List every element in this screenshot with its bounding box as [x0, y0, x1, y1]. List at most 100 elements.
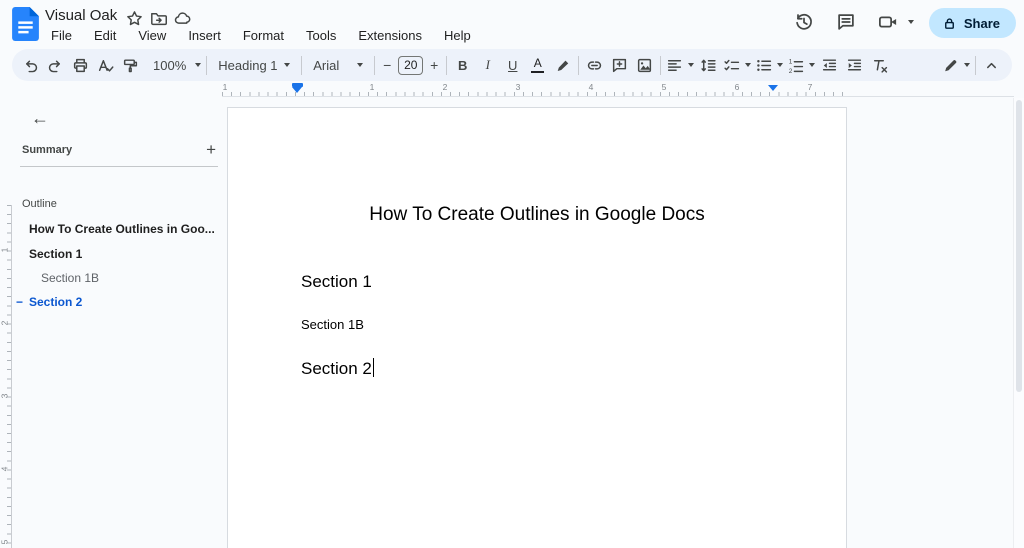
outline-item[interactable]: How To Create Outlines in Goo... [29, 222, 215, 236]
doc-section-heading: Section 2 [301, 358, 375, 379]
menu-format[interactable]: Format [235, 26, 292, 45]
version-history-icon[interactable] [790, 8, 818, 36]
ruler-number: 2 [442, 82, 448, 92]
remove-from-outline-button[interactable]: − [16, 295, 23, 309]
divider [578, 55, 580, 75]
editing-mode-icon[interactable] [940, 52, 972, 78]
horizontal-ruler[interactable]: 1 1 2 3 4 5 6 7 [222, 82, 847, 96]
paint-format-icon[interactable] [118, 52, 143, 78]
menu-tools[interactable]: Tools [298, 26, 344, 45]
move-folder-icon[interactable] [149, 9, 167, 27]
decrease-font-size-button[interactable]: − [378, 52, 396, 78]
menu-file[interactable]: File [43, 26, 80, 45]
bulleted-list-icon[interactable] [753, 52, 785, 78]
line-spacing-icon[interactable] [696, 52, 721, 78]
insert-link-icon[interactable] [582, 52, 607, 78]
outline-item-active[interactable]: Section 2 [29, 295, 82, 309]
share-button[interactable]: Share [928, 8, 1016, 38]
ruler-number: 3 [515, 82, 521, 92]
document-title[interactable]: Visual Oak [45, 7, 117, 24]
font-size-input[interactable]: 20 [398, 55, 424, 75]
spellcheck-icon[interactable] [93, 52, 118, 78]
checklist-icon[interactable] [721, 52, 753, 78]
ruler-number: 2 [0, 320, 10, 326]
increase-indent-icon[interactable] [842, 52, 867, 78]
close-panel-button[interactable]: ← [28, 106, 52, 130]
increase-font-size-button[interactable]: + [425, 52, 443, 78]
star-icon[interactable] [125, 9, 143, 27]
divider [374, 55, 376, 75]
style-value: Heading 1 [218, 57, 278, 73]
meet-dropdown-icon[interactable] [908, 20, 914, 24]
titlebar-actions [790, 8, 914, 36]
ruler-number: 1 [0, 247, 10, 253]
underline-button[interactable]: U [500, 52, 525, 78]
menu-help[interactable]: Help [436, 26, 479, 45]
text-color-button[interactable]: A [525, 52, 550, 78]
ruler-number: 6 [734, 82, 740, 92]
text-color-bar [531, 70, 545, 73]
hide-menus-icon[interactable] [979, 52, 1004, 78]
lock-icon [944, 21, 954, 29]
add-comment-icon[interactable] [607, 52, 632, 78]
summary-outline-panel: ← Summary + Outline How To Create Outlin… [12, 98, 222, 548]
chevron-down-icon [357, 63, 364, 67]
menubar: File Edit View Insert Format Tools Exten… [43, 26, 479, 45]
ruler-number: 1 [369, 82, 375, 92]
google-docs-logo[interactable] [12, 7, 39, 46]
insert-image-icon[interactable] [632, 52, 657, 78]
first-line-indent-marker[interactable] [292, 83, 303, 87]
comments-icon[interactable] [832, 8, 860, 36]
chevron-down-icon [284, 63, 291, 67]
redo-icon[interactable] [43, 52, 68, 78]
summary-heading: Summary [22, 144, 73, 156]
ruler-bottom-border [222, 96, 1014, 97]
ruler-number: 5 [0, 539, 10, 545]
align-left-icon[interactable] [664, 52, 696, 78]
highlight-icon[interactable] [550, 52, 575, 78]
outline-item[interactable]: Section 1B [41, 271, 99, 285]
divider [206, 55, 208, 75]
divider [660, 55, 662, 75]
zoom-select[interactable]: 100% [147, 52, 203, 78]
ruler-number: 4 [0, 466, 10, 472]
zoom-value: 100% [153, 57, 187, 73]
bold-button[interactable]: B [450, 52, 475, 78]
toolbar: 100% Heading 1 Arial − 20 + B I U A 12 [12, 49, 1012, 81]
divider [446, 55, 448, 75]
document-page[interactable]: How To Create Outlines in Google Docs Se… [227, 107, 847, 548]
meet-video-icon[interactable] [874, 8, 902, 36]
menu-extensions[interactable]: Extensions [350, 26, 430, 45]
decrease-indent-icon[interactable] [817, 52, 842, 78]
chevron-down-icon [688, 63, 695, 67]
clear-formatting-icon[interactable] [867, 52, 892, 78]
panel-divider [20, 166, 218, 167]
chevron-down-icon [777, 63, 784, 67]
left-indent-marker[interactable] [292, 87, 302, 93]
add-summary-button[interactable]: + [204, 140, 218, 160]
font-select[interactable]: Arial [305, 52, 371, 78]
outline-heading: Outline [22, 198, 57, 210]
chevron-down-icon [964, 63, 970, 67]
italic-button[interactable]: I [475, 52, 500, 78]
svg-text:2: 2 [789, 67, 793, 73]
cloud-saved-icon[interactable] [173, 9, 191, 27]
share-label: Share [963, 15, 1000, 31]
numbered-list-icon[interactable]: 12 [785, 52, 817, 78]
menu-edit[interactable]: Edit [86, 26, 124, 45]
vertical-ruler[interactable]: 1 2 3 4 5 [0, 205, 12, 548]
undo-icon[interactable] [18, 52, 43, 78]
right-indent-marker[interactable] [768, 85, 778, 91]
divider [301, 55, 303, 75]
ruler-number: 7 [807, 82, 813, 92]
outline-item[interactable]: Section 1 [29, 247, 82, 261]
scrollbar-thumb[interactable] [1016, 100, 1022, 392]
doc-subsection-heading: Section 1B [301, 317, 364, 332]
styles-select[interactable]: Heading 1 [210, 52, 298, 78]
doc-title-heading: How To Create Outlines in Google Docs [369, 204, 705, 225]
menu-view[interactable]: View [130, 26, 174, 45]
menu-insert[interactable]: Insert [180, 26, 229, 45]
doc-section-heading: Section 1 [301, 272, 372, 291]
print-icon[interactable] [68, 52, 93, 78]
text-cursor [372, 358, 375, 377]
